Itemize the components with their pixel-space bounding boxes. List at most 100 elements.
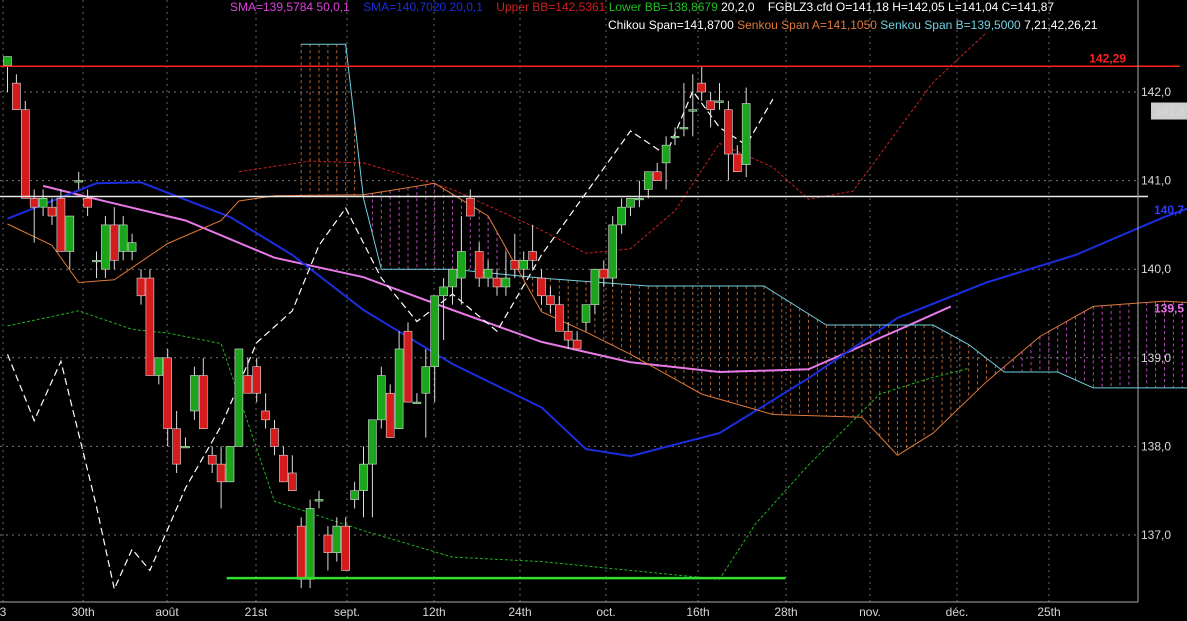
candle-body-8 <box>74 180 83 183</box>
candle-body-62 <box>554 304 564 332</box>
candle-body-31 <box>279 454 288 483</box>
candle-body-46 <box>412 401 422 404</box>
candle-body-24 <box>216 463 226 483</box>
candle-body-76 <box>679 127 689 130</box>
y-tick-label-5: 137,0 <box>1141 528 1171 542</box>
y-tick-label-4: 138,0 <box>1141 439 1171 453</box>
candle-body-64 <box>572 339 582 350</box>
legend-senkou-b: Senkou Span B=139,5000 <box>880 18 1021 32</box>
x-tick-label-9: 28th <box>774 605 797 619</box>
candle-body-32 <box>287 472 297 492</box>
candle-body-77 <box>688 109 698 112</box>
legend-row-2: Chikou Span=141,8700 Senkou Span A=141,1… <box>608 18 1097 32</box>
x-tick-label-12: 25th <box>1037 605 1060 619</box>
candle-body-83 <box>741 103 751 165</box>
legend-upper-bb: Upper BB=142,5361 <box>496 0 606 14</box>
candle-body-19 <box>172 428 181 465</box>
x-tick-label-6: 24th <box>508 605 531 619</box>
candle-body-33 <box>296 525 306 580</box>
candle-body-80 <box>715 100 724 103</box>
candle-body-43 <box>385 392 395 438</box>
candle-body-25 <box>225 446 235 483</box>
resistance-label: 142,29 <box>1089 51 1126 65</box>
candle-body-10 <box>92 260 101 263</box>
candle-body-28 <box>252 366 261 394</box>
x-tick-label-4: sept. <box>334 605 360 619</box>
candle-body-0 <box>3 56 12 66</box>
price-chart[interactable]: 142,0 141,0 140,0 139,0 138,0 137,0 3 30th août 2… <box>0 0 1187 621</box>
candle-body-74 <box>661 144 671 164</box>
candle-body-2 <box>20 109 30 199</box>
candle-body-7 <box>65 215 75 252</box>
candle-body-39 <box>350 490 359 500</box>
x-tick-label-11: déc. <box>946 605 969 619</box>
legend-lower-bb: Lower BB=138,8679 <box>608 0 718 14</box>
candle-body-16 <box>145 277 155 376</box>
candle-body-73 <box>652 171 662 181</box>
x-tick-label-1: 30th <box>71 605 94 619</box>
legend-senkou-a: Senkou Span A=141,1050 <box>737 18 877 32</box>
candle-body-60 <box>537 277 546 297</box>
candle-body-37 <box>332 525 342 554</box>
candle-body-52 <box>465 198 475 217</box>
x-tick-label-3: 21st <box>245 605 268 619</box>
candle-body-40 <box>359 463 368 491</box>
chart-background <box>0 0 1187 621</box>
candle-body-57 <box>510 260 520 270</box>
legend-sma50: SMA=139,5784 50,0,1 <box>230 0 353 14</box>
x-tick-label-10: nov. <box>859 605 881 619</box>
candle-body-36 <box>323 534 333 554</box>
candle-body-51 <box>457 251 466 279</box>
candle-body-9 <box>83 198 92 208</box>
candle-body-78 <box>697 82 707 93</box>
candle-body-35 <box>314 499 324 502</box>
candle-body-63 <box>563 330 573 341</box>
legend-row-1: SMA=139,5784 50,0,1 SMA=140,7020 20,0,1 … <box>230 0 1054 14</box>
x-tick-label-5: 12th <box>422 605 445 619</box>
legend-sma50-params: 50,0,1 <box>316 0 350 14</box>
candle-body-4 <box>38 198 48 208</box>
candle-body-11 <box>101 224 110 270</box>
candle-body-23 <box>207 454 217 465</box>
candle-body-47 <box>421 366 431 394</box>
candle-body-61 <box>546 295 555 305</box>
candle-body-68 <box>608 224 618 279</box>
candle-body-65 <box>581 304 591 323</box>
candle-body-26 <box>234 348 244 447</box>
candle-body-49 <box>439 286 448 297</box>
candle-body-13 <box>118 224 128 252</box>
legend-sma20: SMA=140,7020 20,0,1 <box>363 0 486 14</box>
candle-body-34 <box>305 508 315 580</box>
x-tick-label-2: août <box>155 605 179 619</box>
candle-body-54 <box>483 268 493 279</box>
candle-body-75 <box>670 136 680 139</box>
legend-ichimoku-params: 7,21,42,26,21 <box>1024 18 1098 32</box>
y-tick-label-2: 140,0 <box>1141 262 1171 276</box>
instrument-symbol: FGBLZ3.cfd <box>767 0 833 14</box>
candle-body-1 <box>12 82 21 111</box>
candle-body-45 <box>403 330 413 403</box>
candle-body-30 <box>270 428 279 447</box>
instrument-ohlc: O=141,18 H=142,05 L=141,04 C=141,87 <box>835 0 1055 14</box>
candle-body-18 <box>163 357 172 429</box>
candle-body-69 <box>617 206 626 226</box>
candle-body-56 <box>501 277 511 288</box>
candle-body-20 <box>181 446 190 449</box>
candle-body-15 <box>136 277 146 297</box>
candle-body-6 <box>56 198 66 252</box>
candle-body-50 <box>448 268 457 288</box>
candle-body-12 <box>110 224 119 261</box>
candle-body-58 <box>519 260 529 270</box>
candle-body-42 <box>376 375 386 421</box>
candle-body-17 <box>154 357 164 376</box>
candle-body-29 <box>261 410 270 421</box>
y-tick-label-3: 139,0 <box>1141 351 1171 365</box>
candle-body-59 <box>528 251 537 261</box>
legend-chikou: Chikou Span=141,8700 <box>608 18 734 32</box>
candle-body-71 <box>635 198 644 201</box>
candle-body-53 <box>474 251 484 279</box>
candle-body-70 <box>626 198 635 208</box>
candle-body-21 <box>190 375 199 412</box>
legend-bb-params: 20,2,0 <box>721 0 755 14</box>
candle-body-48 <box>430 295 440 367</box>
